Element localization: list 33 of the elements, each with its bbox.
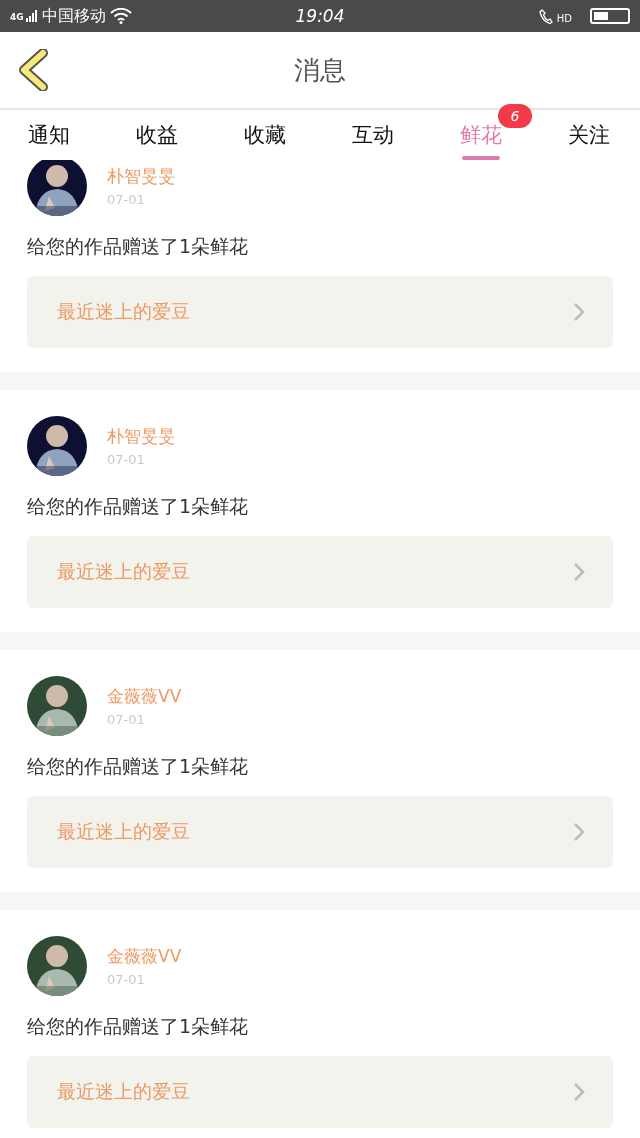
carrier-name: 中国移动 [41,5,106,27]
message-text: 给您的作品赠送了1朵鲜花 [27,494,250,519]
tab[interactable]: 收益 [136,121,178,149]
work-link[interactable]: 最近迷上的爱豆 [27,796,613,868]
tab[interactable]: 通知 [28,121,70,149]
work-link[interactable]: 最近迷上的爱豆 [27,536,613,608]
chevron-icon [573,302,585,322]
tab-indicator [462,156,500,160]
work-link[interactable]: 最近迷上的爱豆 [27,276,613,348]
chevron-icon [573,822,585,842]
count-badge: 6 [498,104,532,128]
page-title: 消息 [294,53,346,87]
user-name[interactable]: 金薇薇VV [107,945,182,968]
battery-icon [590,8,630,24]
work-link[interactable]: 最近迷上的爱豆 [27,1056,613,1128]
user-name[interactable]: 朴智旻旻 [107,425,175,448]
tab[interactable]: 收藏 [244,121,286,149]
tab[interactable]: 关注 [568,121,610,149]
chevron-icon [573,562,585,582]
back-icon[interactable] [18,49,48,91]
call-label: HD [556,13,572,24]
clock: 19:04 [295,6,345,26]
chevron-icon [573,1082,585,1102]
user-name[interactable]: 金薇薇VV [107,685,182,708]
signal-icon [25,10,38,22]
network-type: 4G [10,11,24,22]
message-text: 给您的作品赠送了1朵鲜花 [27,234,250,259]
message-text: 给您的作品赠送了1朵鲜花 [27,1014,250,1039]
wifi-icon [109,8,132,24]
message-text: 给您的作品赠送了1朵鲜花 [27,754,250,779]
phone-icon [538,8,553,24]
tab[interactable]: 互动 [352,121,394,149]
user-name[interactable]: 朴智旻旻 [107,165,175,188]
